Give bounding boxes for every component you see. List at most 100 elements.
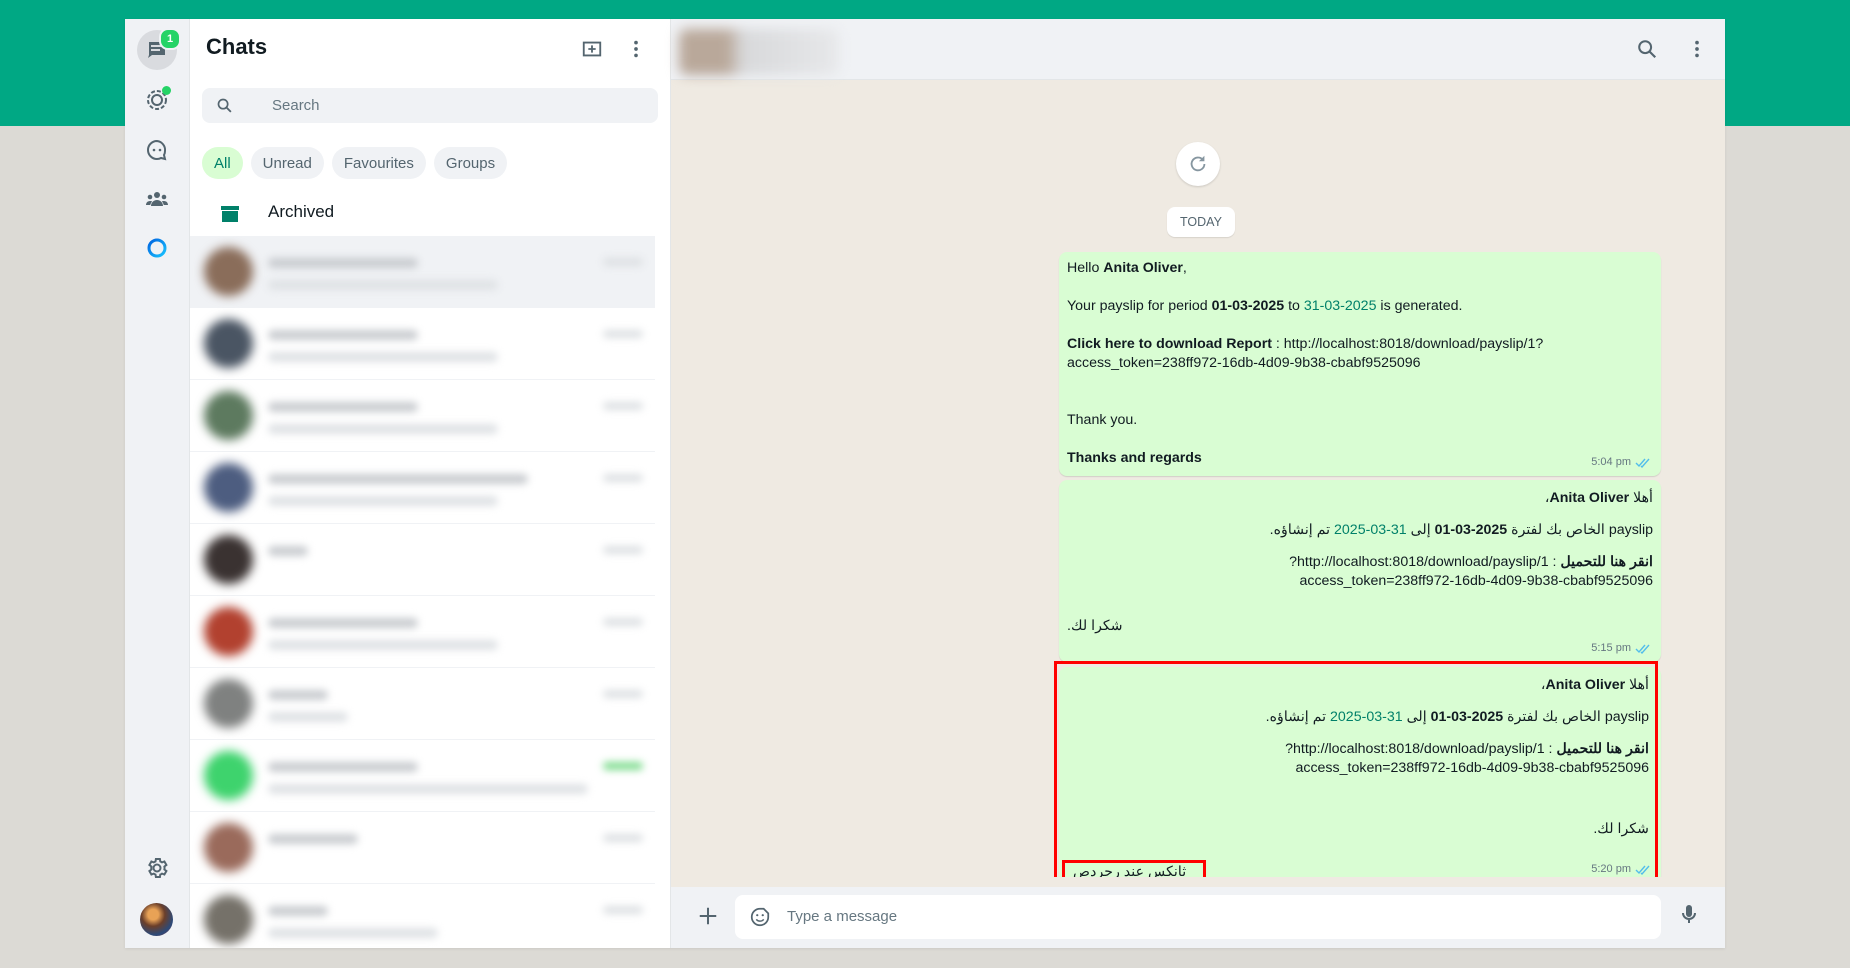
period-generated: is generated. (1376, 298, 1463, 314)
double-check-icon (1635, 644, 1650, 654)
blurred-time (603, 690, 643, 698)
blurred-name (268, 546, 308, 556)
kebab-menu-icon (1695, 40, 1699, 58)
blurred-name (268, 330, 418, 340)
channels-nav-button[interactable] (137, 130, 177, 170)
greeting-line: أهلا Anita Oliver، (1089, 676, 1649, 695)
settings-nav-button[interactable] (137, 848, 177, 888)
recipient-name: Anita Oliver (1103, 260, 1183, 276)
download-link-token[interactable]: access_token=238ff972-16db-4d09-9b38-cba… (1093, 572, 1653, 591)
blurred-time (603, 258, 643, 266)
download-label: انقر هنا للتحميل (1560, 554, 1653, 570)
blurred-preview (268, 496, 498, 506)
filter-groups[interactable]: Groups (433, 147, 508, 179)
message-time: 5:20 pm (1591, 863, 1631, 875)
download-label: Click here to download Report (1067, 336, 1272, 352)
blurred-name (268, 834, 358, 844)
day-separator: TODAY (1167, 207, 1235, 237)
profile-avatar[interactable] (140, 903, 173, 936)
blurred-preview (268, 640, 498, 650)
attach-button[interactable] (693, 901, 723, 931)
avatar (204, 679, 253, 728)
blurred-time (603, 330, 643, 338)
download-link-token[interactable]: access_token=238ff972-16db-4d09-9b38-cba… (1067, 355, 1421, 371)
menu-button[interactable] (620, 33, 652, 65)
new-chat-button[interactable] (576, 33, 608, 65)
archived-row[interactable]: Archived (190, 192, 670, 236)
chat-row[interactable] (190, 740, 655, 812)
download-link[interactable]: : http://localhost:8018/download/payslip… (1285, 741, 1556, 757)
filter-all[interactable]: All (202, 147, 243, 179)
punctuation: , (1182, 260, 1187, 276)
message-bubble[interactable]: أهلا Anita Oliver، payslip الخاص بك لفتر… (1059, 667, 1661, 877)
chat-rows (190, 236, 655, 948)
chat-row[interactable] (190, 308, 655, 380)
regards-line: Thanks and regards (1067, 450, 1202, 466)
chat-list-pane: Chats Search All Unread Favourites Group… (190, 19, 671, 948)
chat-row[interactable] (190, 596, 655, 668)
thanks-line: Thank you. (1067, 412, 1138, 428)
greeting: أهلا (1629, 490, 1653, 506)
avatar (204, 391, 253, 440)
status-nav-button[interactable] (137, 80, 177, 120)
search-messages-button[interactable] (1631, 33, 1663, 65)
conversation-menu-button[interactable] (1681, 33, 1713, 65)
message-meta: 5:04 pm (1591, 453, 1651, 472)
period-line: payslip الخاص بك لفترة 2025-03-01 إلى 31… (1089, 708, 1649, 727)
period-line: payslip الخاص بك لفترة 2025-03-01 إلى 31… (1093, 521, 1653, 540)
message-bubble[interactable]: أهلا Anita Oliver، payslip الخاص بك لفتر… (1059, 480, 1661, 662)
blurred-name (268, 402, 418, 412)
filter-unread[interactable]: Unread (250, 147, 324, 179)
chat-list-header: Chats (190, 19, 670, 79)
avatar (204, 751, 253, 800)
chat-row[interactable] (190, 884, 655, 948)
blurred-name (268, 258, 418, 268)
date-to[interactable]: 31-03-2025 (1304, 298, 1377, 314)
communities-icon (146, 192, 168, 206)
chat-row[interactable] (190, 236, 655, 308)
load-older-button[interactable] (1176, 142, 1220, 186)
chat-row[interactable] (190, 380, 655, 452)
greeting: أهلا (1625, 677, 1649, 693)
period-to: إلى (1406, 522, 1435, 538)
blurred-preview (268, 352, 498, 362)
sticker-icon[interactable] (749, 906, 771, 928)
greeting-line: Hello Anita Oliver, (1067, 259, 1627, 278)
message-meta: 5:15 pm (1591, 639, 1651, 658)
meta-ai-nav-button[interactable] (137, 228, 177, 268)
unread-badge: 1 (159, 28, 181, 50)
download-label: انقر هنا للتحميل (1556, 741, 1649, 757)
message-bubble[interactable]: Hello Anita Oliver, Your payslip for per… (1059, 252, 1661, 476)
blurred-time (603, 906, 643, 914)
blurred-time (603, 834, 643, 842)
contact-info-blurred[interactable] (679, 29, 839, 75)
conversation-pane: TODAY Hello Anita Oliver, Your payslip f… (671, 19, 1725, 948)
avatar (204, 607, 253, 656)
avatar (204, 247, 253, 296)
download-line: انقر هنا للتحميل : http://localhost:8018… (1089, 740, 1649, 759)
channels-icon (147, 139, 167, 161)
microphone-icon[interactable] (1677, 902, 1701, 926)
search-input[interactable]: Search (272, 97, 320, 114)
date-to[interactable]: 31-03-2025 (1330, 709, 1403, 725)
chat-row[interactable] (190, 524, 655, 596)
date-to[interactable]: 31-03-2025 (1334, 522, 1407, 538)
download-link[interactable]: http://localhost:8018/download/payslip/1… (1284, 336, 1544, 352)
filter-favourites[interactable]: Favourites (331, 147, 426, 179)
chats-nav-button[interactable]: 1 (137, 28, 181, 70)
search-box[interactable]: Search (202, 88, 658, 123)
blurred-preview (268, 928, 438, 938)
download-link-token[interactable]: access_token=238ff972-16db-4d09-9b38-cba… (1089, 759, 1649, 778)
message-placeholder: Type a message (787, 908, 898, 925)
chat-row[interactable] (190, 668, 655, 740)
message-input[interactable]: Type a message (735, 895, 1661, 939)
thanks-line: شكرا لك. (1593, 821, 1649, 837)
nav-rail: 1 (125, 19, 190, 948)
communities-nav-button[interactable] (137, 179, 177, 219)
chat-row[interactable] (190, 812, 655, 884)
download-link[interactable]: : http://localhost:8018/download/payslip… (1289, 554, 1560, 570)
chat-row[interactable] (190, 452, 655, 524)
search-icon (217, 98, 232, 113)
new-chat-icon (582, 41, 602, 57)
avatar (204, 823, 253, 872)
